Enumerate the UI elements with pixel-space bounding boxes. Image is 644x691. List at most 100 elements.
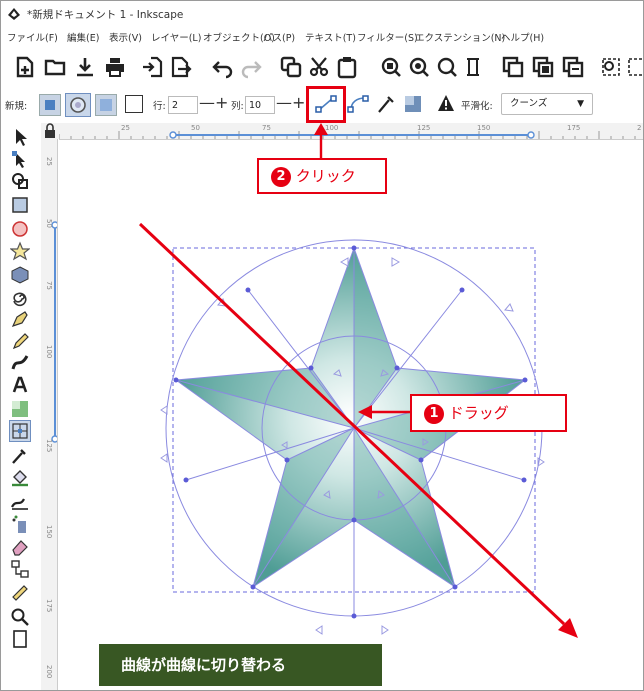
fill-target-icon [100,99,112,111]
h-ruler-label: 25 [121,124,130,132]
mesh-square-icon [45,100,55,110]
make-line-icon[interactable] [347,94,369,114]
mesh-tool-icon[interactable] [9,420,31,442]
smoothing-select[interactable]: クーンズ ▼ [501,93,593,115]
horizontal-ruler[interactable]: 25 50 75 100 125 150 175 2 [59,123,643,140]
conical-gradient-icon [70,97,86,113]
text-tool-icon[interactable] [10,375,30,395]
zoom-selection-icon[interactable] [379,55,403,79]
unlink-clone-icon[interactable] [561,55,585,79]
h-ruler-label: 75 [262,124,271,132]
clone-icon[interactable] [531,55,555,79]
step-1-badge: 1 [424,404,444,424]
h-ruler-label: 175 [567,124,581,132]
smoothing-label: 平滑化: [461,101,493,112]
save-icon[interactable] [73,55,97,79]
copy-icon[interactable] [279,55,303,79]
menu-layer[interactable]: レイヤー(L) [151,30,201,44]
menu-file[interactable]: ファイル(F) [7,30,58,44]
pen-tool-icon[interactable] [10,309,30,329]
import-icon[interactable] [141,55,165,79]
stroke-mesh-button[interactable] [125,95,143,113]
paste-icon[interactable] [335,55,359,79]
menu-extensions[interactable]: エクステンション(N) [415,30,505,44]
v-ruler-label: 200 [45,665,53,679]
new-document-icon[interactable] [13,55,37,79]
gradient-tool-icon[interactable] [10,399,30,419]
v-ruler-label: 75 [45,281,53,290]
rows-label: 行: [153,101,166,112]
chevron-down-icon: ▼ [577,99,584,109]
spray-tool-icon[interactable] [10,515,30,535]
tweak-tool-icon[interactable] [10,491,30,511]
ungroup-icon[interactable] [625,55,644,79]
dropper-tool-icon[interactable] [10,445,30,465]
pick-color-icon[interactable] [375,94,397,114]
pages-tool-icon[interactable] [10,629,30,649]
columns-input[interactable]: 10 [245,96,275,114]
warning-icon[interactable] [437,94,455,112]
group-icon[interactable] [599,55,623,79]
menu-help[interactable]: ヘルプ(H) [501,30,544,44]
h-ruler-label: 50 [191,124,200,132]
duplicate-icon[interactable] [501,55,525,79]
selector-tool-icon[interactable] [10,127,30,147]
spiral-tool-icon[interactable] [10,287,30,307]
make-curve-highlight [306,86,346,123]
scale-mesh-icon[interactable] [403,94,423,114]
redo-icon[interactable] [239,55,263,79]
columns-label: 列: [231,101,244,112]
pencil-tool-icon[interactable] [10,331,30,351]
paint-bucket-tool-icon[interactable] [10,467,30,487]
zoom-page-icon[interactable] [435,55,459,79]
menu-text[interactable]: テキスト(T) [305,30,356,44]
node-tool-icon[interactable] [10,149,30,169]
zoom-drawing-icon[interactable] [407,55,431,79]
open-folder-icon[interactable] [43,55,67,79]
v-ruler-label: 150 [45,525,53,539]
lock-guides-icon[interactable] [41,123,59,139]
inkscape-logo-icon [8,8,20,20]
ruler-corner [41,123,59,139]
zoom-page-width-icon[interactable] [461,55,485,79]
v-ruler-label: 50 [45,219,53,228]
h-ruler-label: 125 [417,124,431,132]
connector-tool-icon[interactable] [10,559,30,579]
ellipse-tool-icon[interactable] [10,219,30,239]
conical-mesh-button[interactable] [65,93,91,117]
smoothing-value: クーンズ [510,98,548,109]
menu-filters[interactable]: フィルター(S) [357,30,418,44]
normal-mesh-button[interactable] [39,94,61,116]
v-ruler-label: 175 [45,599,53,613]
vertical-ruler[interactable]: 25 50 75 100 125 150 175 200 [41,139,58,690]
v-ruler-label: 100 [45,345,53,359]
inkscape-window: *新規ドキュメント 1 - Inkscape ファイル(F) 編集(E) 表示(… [0,0,644,691]
click-callout-text: クリック [295,167,356,185]
menu-view[interactable]: 表示(V) [109,30,142,44]
eraser-tool-icon[interactable] [10,537,30,557]
shape-builder-icon[interactable] [10,171,30,191]
rows-input[interactable]: 2 [168,96,198,114]
cut-icon[interactable] [307,55,331,79]
rows-stepper[interactable]: —+ [199,93,228,112]
star-tool-icon[interactable] [10,241,30,261]
export-icon[interactable] [169,55,193,79]
calligraphy-tool-icon[interactable] [10,353,30,373]
columns-stepper[interactable]: —+ [276,93,305,112]
measure-tool-icon[interactable] [10,583,30,603]
3d-box-tool-icon[interactable] [10,265,30,285]
menu-path[interactable]: パス(P) [263,30,295,44]
horizontal-ruler-ticks [59,131,636,139]
rectangle-tool-icon[interactable] [10,195,30,215]
print-icon[interactable] [103,55,127,79]
menu-edit[interactable]: 編集(E) [67,30,99,44]
toolbox [1,123,39,690]
undo-icon[interactable] [211,55,235,79]
commands-bar [1,47,643,85]
drag-callout-text: ドラッグ [448,404,509,422]
zoom-tool-icon[interactable] [10,607,30,627]
fill-mesh-button[interactable] [95,94,117,116]
window-title: *新規ドキュメント 1 - Inkscape [27,9,184,21]
click-pointer-arrow [314,123,328,163]
drag-callout: 1 ドラッグ [410,394,567,432]
